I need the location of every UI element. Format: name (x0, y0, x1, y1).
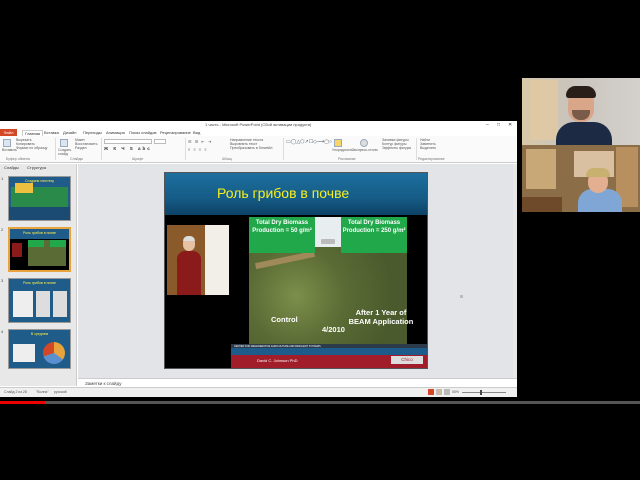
quick-styles-icon[interactable] (360, 139, 368, 147)
slide-edit-area: Роль грибов в почве Total Dry Biomass Pr… (78, 164, 517, 396)
biomass-control-box: Total Dry Biomass Production = 50 g/m² (249, 217, 315, 253)
tab-insert[interactable]: Вставка (44, 130, 59, 135)
video-progress-bar[interactable] (0, 401, 640, 404)
shapes-icon[interactable]: ▭◯△⬠↗☐◇⟶▢○ (286, 139, 332, 145)
new-slide-icon[interactable] (60, 139, 68, 147)
paragraph-align-group: ☰ ☰ ⇤ ⇥ ≡ ≡ ≡ ≡ (188, 138, 228, 157)
current-slide[interactable]: Роль грибов в почве Total Dry Biomass Pr… (164, 172, 428, 369)
notes-pane[interactable]: Заметки к слайду (78, 378, 517, 387)
arrange-button[interactable]: Упорядочить (332, 148, 353, 152)
zoom-level: 55% (452, 390, 460, 394)
slide-counter: Слайд 2 из 28 (4, 390, 27, 394)
slide-title[interactable]: Роль грибов в почве (217, 185, 349, 201)
powerpoint-window: 1 часть - Microsoft PowerPoint (Сбой акт… (0, 121, 517, 397)
tab-file[interactable]: Файл (0, 129, 17, 136)
font-label: Шрифт (132, 157, 144, 161)
date-label: 4/2010 (322, 325, 345, 334)
zoom-slider-thumb[interactable] (480, 390, 482, 395)
thumbnail-number: 2 (1, 227, 4, 232)
zoom-slider[interactable] (462, 392, 506, 393)
webcam-tile-participant (522, 145, 640, 212)
editing-group: Найти Заменить Выделить (420, 138, 460, 157)
mouse-cursor (460, 295, 463, 298)
status-bar: Слайд 2 из 28 "Волна" русский 55% (0, 387, 517, 397)
smartart-button[interactable]: Преобразовать в SmartArt (230, 146, 280, 150)
webcam-tile-presenter (522, 78, 640, 145)
clipboard-label: Буфер обмена (6, 157, 30, 161)
normal-view-icon[interactable] (428, 389, 434, 395)
drawing-label: Рисование (338, 157, 356, 161)
author-name: David C. Johnson PhD (257, 358, 298, 363)
vertical-scrollbar[interactable] (513, 164, 517, 378)
tab-transitions[interactable]: Переходы (83, 130, 102, 135)
new-slide-button[interactable]: Создать слайд (58, 148, 72, 156)
font-group: Ж К Ч S abc (104, 138, 184, 157)
ribbon: Вставить Вырезать Копировать Формат по о… (0, 136, 517, 163)
paste-icon[interactable] (3, 139, 11, 147)
arrange-icon[interactable] (334, 139, 342, 147)
slide-thumbnail-4[interactable]: В среднем (8, 329, 71, 369)
editing-label: Редактирование (418, 157, 445, 161)
paragraph-group: Направление текста Выровнять текст Преоб… (230, 138, 280, 157)
tab-review[interactable]: Рецензирование (160, 130, 191, 135)
shape-effects-button[interactable]: Эффекты фигуры (382, 146, 416, 150)
speaker-photo (167, 225, 229, 295)
section-button[interactable]: Раздел (75, 146, 97, 150)
minimize-button[interactable]: – (486, 122, 489, 128)
thumbnail-title: Роль грибов в почве (22, 281, 57, 285)
tab-outline[interactable]: Структура (27, 165, 46, 170)
list-buttons[interactable]: ☰ ☰ ⇤ ⇥ (188, 139, 212, 144)
beam-label: After 1 Year of BEAM Application (348, 308, 414, 326)
progress-fill (0, 401, 45, 404)
format-painter-button[interactable]: Формат по образцу (16, 146, 47, 150)
theme-name: "Волна" (36, 390, 49, 394)
thumbnail-number: 3 (1, 278, 4, 283)
center-name: CENTER FOR REGENERATIVE AGRICULTURE AND … (234, 345, 321, 348)
paragraph-label: Абзац (222, 157, 232, 161)
slide-header: Роль грибов в почве (165, 173, 427, 215)
close-button[interactable]: ✕ (508, 122, 512, 128)
tab-slideshow[interactable]: Показ слайдов (129, 130, 157, 135)
window-title: 1 часть - Microsoft PowerPoint (Сбой акт… (205, 122, 312, 127)
tab-design[interactable]: Дизайн (63, 130, 76, 135)
font-size-select[interactable] (154, 139, 166, 144)
tab-animation[interactable]: Анимация (106, 130, 125, 135)
biomass-beam-box: Total Dry Biomass Production = 250 g/m² (341, 217, 407, 253)
language: русский (54, 390, 67, 394)
thumbnail-number: 4 (1, 329, 4, 334)
slides-group: Создать слайд Макет Восстановить Раздел (58, 138, 100, 157)
tab-slides[interactable]: Слайды (4, 165, 19, 170)
slide-thumbnail-3[interactable]: Роль грибов в почве (8, 278, 71, 323)
slide-thumbnail-2[interactable]: Роль грибов в почве (8, 227, 71, 272)
shape-format-group: Заливка фигуры Контур фигуры Эффекты фиг… (382, 138, 416, 157)
ribbon-tabs: Файл Главная Вставка Дизайн Переходы Ани… (0, 129, 517, 136)
slides-label: Слайды (70, 157, 84, 161)
thumbnail-title: Роль грибов в почве (22, 231, 57, 235)
tab-view[interactable]: Вид (193, 130, 200, 135)
drawing-group: Упорядочить Экспресс-стили (332, 138, 380, 157)
slides-panel: Слайды Структура 1 Создаем гипотезу 2 Ро… (0, 164, 77, 386)
slide-thumbnail-1[interactable]: Создаем гипотезу (8, 176, 71, 221)
title-bar: 1 часть - Microsoft PowerPoint (Сбой акт… (0, 121, 517, 129)
reading-view-icon[interactable] (444, 389, 450, 395)
thumbnail-number: 1 (1, 176, 4, 181)
quick-styles-button[interactable]: Экспресс-стили (352, 148, 378, 152)
panel-tabs: Слайды Структура (0, 164, 76, 172)
sorter-view-icon[interactable] (436, 389, 442, 395)
control-label: Control (271, 315, 298, 324)
select-button[interactable]: Выделить (420, 146, 460, 150)
slide-footer: CENTER FOR REGENERATIVE AGRICULTURE AND … (231, 344, 427, 368)
font-family-select[interactable] (104, 139, 152, 144)
align-buttons[interactable]: ≡ ≡ ≡ ≡ (188, 147, 208, 152)
clipboard-group: Вставить Вырезать Копировать Формат по о… (2, 138, 54, 157)
font-style-buttons[interactable]: Ж К Ч S abc (104, 146, 152, 151)
shapes-gallery[interactable]: ▭◯△⬠↗☐◇⟶▢○ (286, 138, 332, 157)
paste-button[interactable]: Вставить (2, 148, 17, 152)
maximize-button[interactable]: □ (497, 122, 500, 128)
thumbnail-title: В среднем (30, 332, 49, 336)
chico-logo: Chico (391, 356, 423, 364)
